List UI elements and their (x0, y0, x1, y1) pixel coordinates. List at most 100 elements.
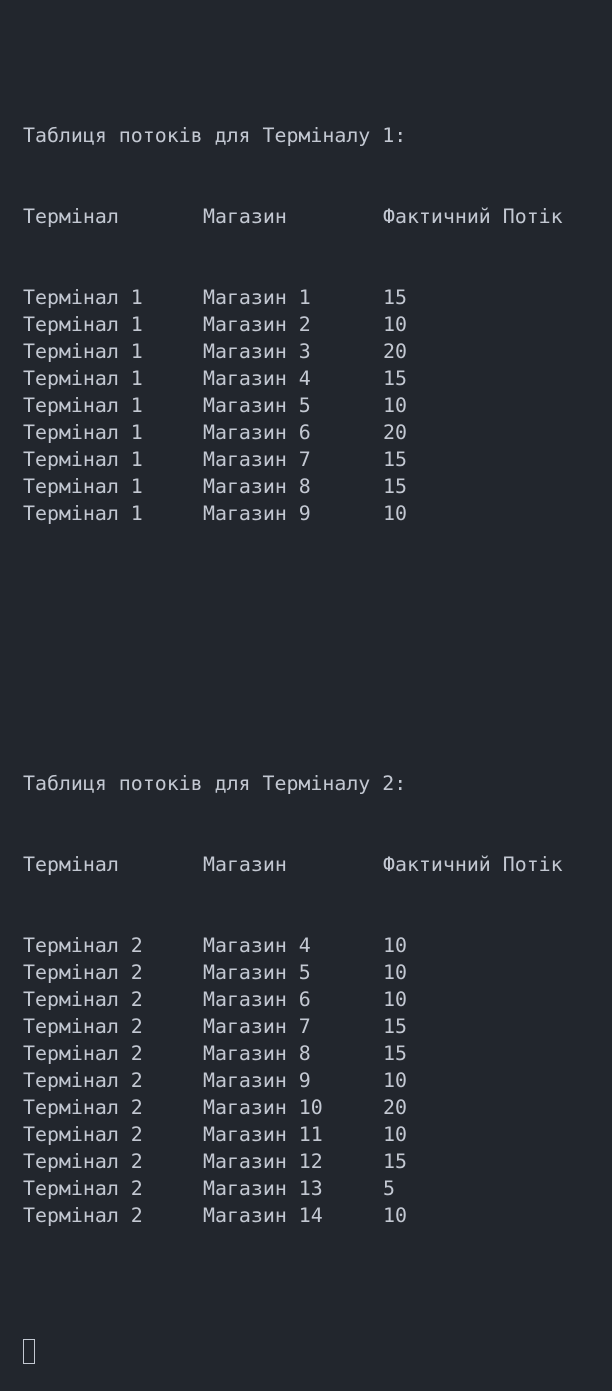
cell-terminal: Термінал 2 (23, 1042, 143, 1065)
cell-terminal: Термінал 1 (23, 367, 143, 390)
table-row: Термінал 2 Магазин 12 15 (23, 1148, 563, 1175)
cell-flow: 15 (383, 1042, 407, 1065)
cell-terminal: Термінал 2 (23, 1069, 143, 1092)
cell-terminal: Термінал 1 (23, 421, 143, 444)
cell-flow: 10 (383, 313, 407, 336)
flow-table-terminal-2: Таблиця потоків для Терміналу 2: Терміна… (23, 716, 563, 1283)
text-cursor (23, 1339, 35, 1364)
table-title: Таблиця потоків для Терміналу 2: (23, 770, 563, 797)
cell-terminal: Термінал 2 (23, 988, 143, 1011)
header-flow: Фактичний Потік (383, 205, 563, 228)
table-title: Таблиця потоків для Терміналу 1: (23, 122, 563, 149)
cell-store: Магазин 5 (203, 394, 311, 417)
cell-store: Магазин 6 (203, 988, 311, 1011)
cell-store: Магазин 12 (203, 1150, 323, 1173)
header-flow: Фактичний Потік (383, 853, 563, 876)
cell-store: Магазин 10 (203, 1096, 323, 1119)
table-row: Термінал 2 Магазин 4 10 (23, 932, 563, 959)
table-row: Термінал 1 Магазин 8 15 (23, 473, 563, 500)
cell-terminal: Термінал 1 (23, 448, 143, 471)
table-row: Термінал 2 Магазин 10 20 (23, 1094, 563, 1121)
cell-flow: 10 (383, 988, 407, 1011)
cell-flow: 20 (383, 340, 407, 363)
cell-store: Магазин 8 (203, 1042, 311, 1065)
table-row: Термінал 1 Магазин 7 15 (23, 446, 563, 473)
cell-store: Магазин 11 (203, 1123, 323, 1146)
table-row: Термінал 2 Магазин 14 10 (23, 1202, 563, 1229)
header-terminal: Термінал (23, 205, 119, 228)
cell-flow: 15 (383, 1150, 407, 1173)
cell-terminal: Термінал 1 (23, 286, 143, 309)
cell-store: Магазин 8 (203, 475, 311, 498)
table-header-row: Термінал Магазин Фактичний Потік (23, 203, 563, 230)
table-body: Термінал 1 Магазин 1 15 Термінал 1 Магазин 2… (23, 284, 563, 527)
prompt-line (23, 1337, 563, 1364)
cell-terminal: Термінал 1 (23, 394, 143, 417)
table-row: Термінал 2 Магазин 6 10 (23, 986, 563, 1013)
cell-terminal: Термінал 2 (23, 1177, 143, 1200)
table-row: Термінал 1 Магазин 5 10 (23, 392, 563, 419)
cell-terminal: Термінал 2 (23, 934, 143, 957)
cell-terminal: Термінал 1 (23, 340, 143, 363)
table-row: Термінал 1 Магазин 3 20 (23, 338, 563, 365)
cell-flow: 10 (383, 1069, 407, 1092)
cell-terminal: Термінал 2 (23, 961, 143, 984)
cell-flow: 10 (383, 1204, 407, 1227)
cell-flow: 20 (383, 1096, 407, 1119)
cell-flow: 5 (383, 1177, 395, 1200)
table-header-row: Термінал Магазин Фактичний Потік (23, 851, 563, 878)
cell-store: Магазин 2 (203, 313, 311, 336)
cell-terminal: Термінал 2 (23, 1015, 143, 1038)
table-title-text: Таблиця потоків для Терміналу 2: (23, 772, 407, 795)
flow-table-terminal-1: Таблиця потоків для Терміналу 1: Терміна… (23, 68, 563, 581)
cell-terminal: Термінал 2 (23, 1150, 143, 1173)
cell-flow: 10 (383, 934, 407, 957)
table-row: Термінал 1 Магазин 1 15 (23, 284, 563, 311)
cell-store: Магазин 13 (203, 1177, 323, 1200)
terminal-output[interactable]: Таблиця потоків для Терміналу 1: Терміна… (23, 14, 563, 1391)
cell-store: Магазин 7 (203, 1015, 311, 1038)
cell-flow: 15 (383, 475, 407, 498)
table-title-text: Таблиця потоків для Терміналу 1: (23, 124, 407, 147)
cell-flow: 20 (383, 421, 407, 444)
table-row: Термінал 1 Магазин 6 20 (23, 419, 563, 446)
cell-store: Магазин 4 (203, 367, 311, 390)
cell-store: Магазин 3 (203, 340, 311, 363)
cell-store: Магазин 1 (203, 286, 311, 309)
table-row: Термінал 1 Магазин 9 10 (23, 500, 563, 527)
cell-terminal: Термінал 2 (23, 1123, 143, 1146)
table-row: Термінал 2 Магазин 7 15 (23, 1013, 563, 1040)
cell-terminal: Термінал 1 (23, 475, 143, 498)
cell-terminal: Термінал 1 (23, 502, 143, 525)
cell-store: Магазин 6 (203, 421, 311, 444)
cell-flow: 15 (383, 367, 407, 390)
cell-flow: 10 (383, 394, 407, 417)
cell-flow: 10 (383, 502, 407, 525)
cell-store: Магазин 9 (203, 502, 311, 525)
cell-store: Магазин 7 (203, 448, 311, 471)
cell-flow: 10 (383, 1123, 407, 1146)
cell-flow: 15 (383, 1015, 407, 1038)
cell-store: Магазин 4 (203, 934, 311, 957)
cell-flow: 15 (383, 448, 407, 471)
cell-store: Магазин 9 (203, 1069, 311, 1092)
table-row: Термінал 2 Магазин 8 15 (23, 1040, 563, 1067)
table-row: Термінал 2 Магазин 13 5 (23, 1175, 563, 1202)
cell-store: Магазин 14 (203, 1204, 323, 1227)
cell-terminal: Термінал 2 (23, 1096, 143, 1119)
header-terminal: Термінал (23, 853, 119, 876)
cell-terminal: Термінал 2 (23, 1204, 143, 1227)
table-row: Термінал 1 Магазин 2 10 (23, 311, 563, 338)
cell-flow: 15 (383, 286, 407, 309)
header-store: Магазин (203, 205, 287, 228)
table-row: Термінал 2 Магазин 5 10 (23, 959, 563, 986)
table-row: Термінал 2 Магазин 11 10 (23, 1121, 563, 1148)
cell-store: Магазин 5 (203, 961, 311, 984)
header-store: Магазин (203, 853, 287, 876)
cell-flow: 10 (383, 961, 407, 984)
cell-terminal: Термінал 1 (23, 313, 143, 336)
table-body: Термінал 2 Магазин 4 10 Термінал 2 Магазин 5… (23, 932, 563, 1229)
table-row: Термінал 2 Магазин 9 10 (23, 1067, 563, 1094)
table-row: Термінал 1 Магазин 4 15 (23, 365, 563, 392)
